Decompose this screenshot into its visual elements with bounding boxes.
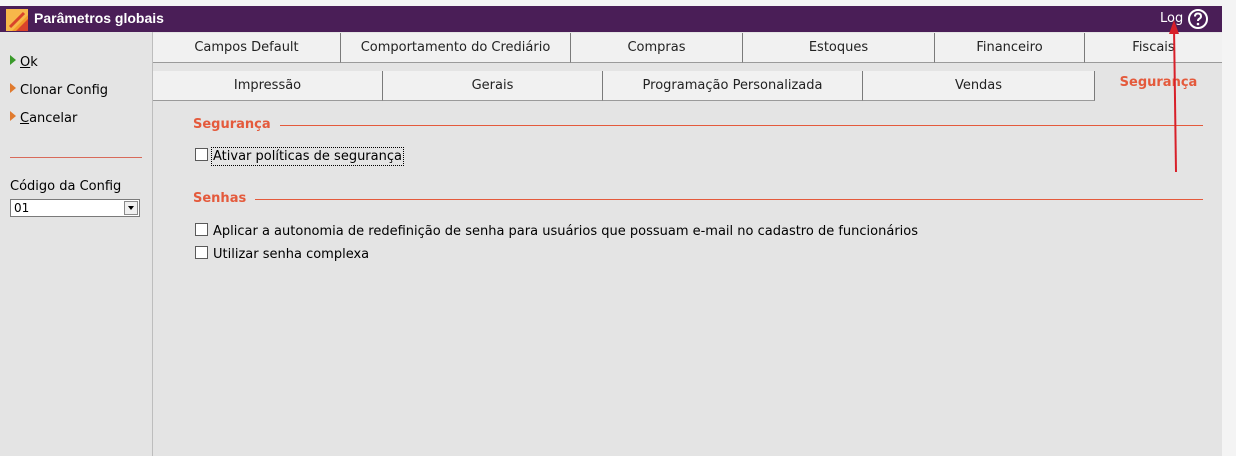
clone-config-button[interactable]: Clonar Config: [10, 83, 108, 101]
group-divider: [255, 199, 1203, 200]
checkbox-ativar-politicas[interactable]: Ativar políticas de segurança: [195, 147, 404, 166]
help-icon[interactable]: [1187, 8, 1209, 30]
tab-campos-default[interactable]: Campos Default: [153, 33, 341, 63]
checkbox-senha-complexa[interactable]: Utilizar senha complexa: [195, 246, 369, 264]
tab-compras[interactable]: Compras: [571, 33, 743, 63]
window-title: Parâmetros globais: [34, 10, 164, 26]
group-divider: [280, 125, 1203, 126]
config-code-value: 01: [14, 201, 30, 215]
checkbox-autonomia-redefinicao[interactable]: Aplicar a autonomia de redefinição de se…: [195, 223, 918, 241]
tab-fiscais[interactable]: Fiscais: [1085, 33, 1223, 63]
play-icon: [10, 111, 16, 121]
checkbox-box[interactable]: [195, 223, 208, 236]
tab-impressao[interactable]: Impressão: [153, 71, 383, 101]
tab-vendas[interactable]: Vendas: [863, 71, 1095, 101]
checkbox-box[interactable]: [195, 246, 208, 259]
log-button[interactable]: Log: [1160, 11, 1183, 26]
right-strip: [1222, 6, 1236, 456]
tab-seguranca[interactable]: Segurança: [1095, 65, 1223, 101]
chevron-down-icon[interactable]: [124, 201, 138, 215]
title-bar: Parâmetros globais Log: [0, 6, 1222, 32]
tab-programacao-personalizada[interactable]: Programação Personalizada: [603, 71, 863, 101]
tab-financeiro[interactable]: Financeiro: [935, 33, 1085, 63]
sidebar: Ok Clonar Config Cancelar Código da Conf…: [0, 32, 152, 456]
main-panel: Campos Default Comportamento do Crediári…: [152, 32, 1223, 456]
tab-gerais[interactable]: Gerais: [383, 71, 603, 101]
play-icon: [10, 55, 16, 65]
app-logo-icon: [6, 9, 28, 31]
group-title-senhas: Senhas: [193, 191, 247, 206]
ok-button[interactable]: Ok: [10, 55, 38, 73]
tab-estoques[interactable]: Estoques: [743, 33, 935, 63]
config-code-select[interactable]: 01: [10, 199, 140, 217]
group-title-seguranca: Segurança: [193, 117, 271, 132]
tab-comportamento-crediario[interactable]: Comportamento do Crediário: [341, 33, 571, 63]
play-icon: [10, 83, 16, 93]
cancel-button[interactable]: Cancelar: [10, 111, 77, 129]
checkbox-box[interactable]: [195, 148, 208, 161]
sidebar-divider: [10, 157, 142, 158]
config-code-label: Código da Config: [10, 179, 122, 194]
